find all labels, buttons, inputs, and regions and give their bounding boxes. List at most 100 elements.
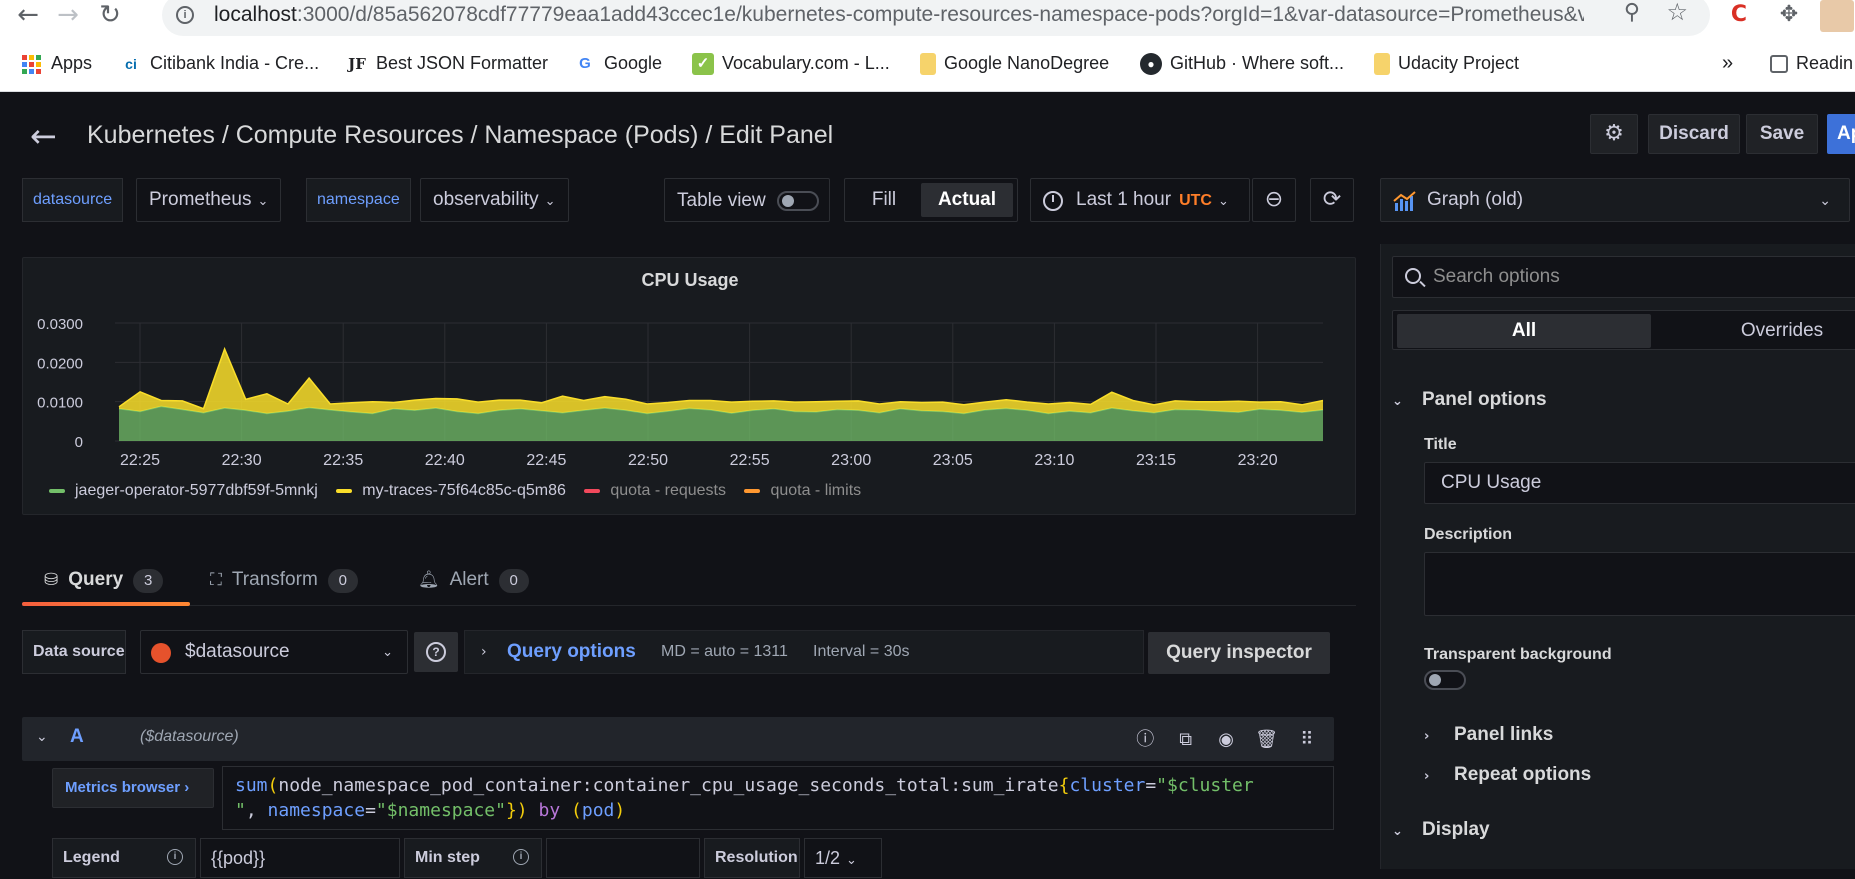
transform-count-badge: 0 [327, 569, 358, 593]
forward-arrow-icon[interactable]: → [48, 0, 88, 30]
settings-gear-icon[interactable]: ⚙ [1590, 114, 1638, 154]
panel-links-section[interactable]: › Panel links [1424, 724, 1553, 746]
y-tick-label: 0.0200 [37, 355, 83, 372]
apply-button[interactable]: Ap [1827, 114, 1855, 154]
fill-option[interactable]: Fill [849, 183, 919, 217]
tab-query[interactable]: ⛁ Query 3 [44, 560, 164, 606]
min-step-input[interactable] [546, 838, 700, 878]
bookmark-nanodegree[interactable]: Google NanoDegree [920, 50, 1109, 76]
title-input[interactable]: CPU Usage [1424, 462, 1855, 504]
duplicate-icon[interactable]: ⧉ [1173, 729, 1199, 750]
help-icon[interactable]: i [167, 849, 183, 865]
profile-avatar[interactable] [1820, 0, 1854, 32]
table-view-toggle-group: Table view [664, 178, 830, 222]
legend-item-my-traces[interactable]: my-traces-75f64c85c-q5m86 [336, 482, 566, 500]
bookmark-github[interactable]: ● GitHub · Where soft... [1140, 50, 1344, 76]
help-icon[interactable]: i [513, 849, 529, 865]
metrics-browser-button[interactable]: Metrics browser › [52, 768, 214, 808]
data-source-picker[interactable]: $datasource ⌄ [140, 630, 408, 674]
query-row-header[interactable]: ⌄ A ($datasource) ⓘ ⧉ ◉ 🗑︎ ⠿ [22, 717, 1334, 761]
chevron-down-icon: ⌄ [1392, 394, 1403, 409]
query-ref-id[interactable]: A [70, 726, 84, 748]
address-bar[interactable]: i localhost:3000/d/85a562078cdf77779eaa1… [162, 0, 1710, 36]
bookmark-star-icon[interactable]: ☆ [1666, 0, 1688, 26]
promql-editor[interactable]: sum(node_namespace_pod_container:contain… [222, 766, 1334, 830]
transform-icon: ⛶ [210, 570, 222, 590]
x-tick-label: 22:45 [526, 452, 566, 469]
all-options-tab[interactable]: All [1397, 314, 1651, 348]
panel-options-section[interactable]: ⌄ Panel options [1392, 389, 1547, 411]
bookmark-udacity[interactable]: Udacity Project [1374, 50, 1519, 76]
x-tick-label: 22:55 [730, 452, 770, 469]
save-button[interactable]: Save [1746, 114, 1818, 154]
x-tick-label: 23:20 [1238, 452, 1278, 469]
tab-alert[interactable]: 🔔︎ Alert 0 [418, 560, 529, 606]
chevron-down-icon: ⌄ [1392, 824, 1403, 839]
legend-item-jaeger[interactable]: jaeger-operator-5977dbf59f-5mnkj [49, 482, 318, 500]
trash-icon[interactable]: 🗑︎ [1254, 729, 1280, 750]
time-range-picker[interactable]: Last 1 hour UTC ⌄ [1030, 178, 1250, 222]
extension-c-icon[interactable]: C [1722, 0, 1756, 30]
table-view-toggle[interactable] [777, 191, 819, 211]
alert-count-badge: 0 [498, 569, 529, 593]
reload-icon[interactable]: ↻ [90, 0, 130, 30]
panel-preview: CPU Usage 0 0.0100 0.0200 0.0300 22:25 22:30 2… [22, 257, 1356, 515]
bookmarks-overflow[interactable]: » [1722, 50, 1733, 76]
query-inspector-button[interactable]: Query inspector [1148, 632, 1330, 674]
x-tick-label: 22:40 [425, 452, 465, 469]
bookmark-apps[interactable]: Apps [22, 50, 92, 76]
discard-button[interactable]: Discard [1648, 114, 1740, 154]
chevron-down-icon: ⌄ [382, 644, 393, 659]
legend-input[interactable]: {{pod}} [200, 838, 400, 878]
back-arrow-icon[interactable]: ← [30, 120, 57, 152]
eye-icon[interactable]: ◉ [1213, 729, 1239, 750]
display-section[interactable]: ⌄ Display [1392, 819, 1490, 841]
info-icon[interactable]: i [176, 6, 194, 24]
repeat-options-section[interactable]: › Repeat options [1424, 764, 1591, 786]
extensions-puzzle-icon[interactable]: ✥ [1772, 0, 1806, 30]
tab-transform[interactable]: ⛶ Transform 0 [210, 560, 358, 606]
query-options[interactable]: › Query options MD = auto = 1311 Interva… [464, 630, 1144, 674]
actual-option[interactable]: Actual [921, 183, 1013, 217]
overrides-tab[interactable]: Overrides [1655, 314, 1855, 348]
y-tick-label: 0 [75, 434, 83, 451]
chevron-right-icon: › [1424, 769, 1430, 784]
back-arrow-icon[interactable]: ← [8, 0, 48, 30]
datasource-var-select[interactable]: Prometheus ⌄ [136, 178, 282, 222]
description-input[interactable] [1424, 552, 1855, 616]
visualization-picker[interactable]: Graph (old) ⌄ [1380, 178, 1850, 222]
min-step-label: Min step i [404, 838, 542, 878]
bookmark-vocabulary[interactable]: ✓ Vocabulary.com - L... [692, 50, 890, 76]
zoom-out-icon[interactable]: ⊖ [1252, 178, 1296, 222]
x-tick-label: 22:25 [120, 452, 160, 469]
apps-grid-icon [22, 54, 41, 74]
search-options-input[interactable]: Search options [1392, 256, 1855, 298]
refresh-icon[interactable]: ⟳ [1310, 178, 1354, 222]
max-data-points: MD = auto = 1311 [661, 643, 788, 660]
chevron-down-icon[interactable]: ⌄ [36, 729, 48, 745]
interval-value: Interval = 30s [813, 643, 910, 660]
chevron-right-icon: › [1424, 729, 1430, 744]
namespace-var-select[interactable]: observability ⌄ [420, 178, 569, 222]
zoom-icon[interactable]: ⚲ [1624, 0, 1640, 25]
url-text: localhost:3000/d/85a562078cdf77779eaa1ad… [214, 3, 1584, 26]
jf-icon: JF [348, 55, 366, 74]
bookmark-citibank[interactable]: ci Citibank India - Cre... [120, 50, 319, 76]
options-filter-switch: All Overrides [1392, 310, 1855, 350]
data-source-help-button[interactable]: ? [414, 632, 458, 672]
chevron-down-icon: ⌄ [257, 193, 269, 208]
drag-handle-icon[interactable]: ⠿ [1294, 729, 1320, 750]
legend-item-quota-limits[interactable]: quota - limits [744, 482, 861, 500]
help-icon[interactable]: ⓘ [1132, 725, 1158, 751]
bookmark-google[interactable]: G Google [574, 50, 662, 76]
chevron-down-icon: ⌄ [1819, 192, 1831, 208]
resolution-select[interactable]: 1/2 ⌄ [804, 838, 882, 878]
x-tick-label: 22:30 [222, 452, 262, 469]
reading-list[interactable]: Readin [1770, 50, 1853, 76]
x-tick-label: 23:15 [1136, 452, 1176, 469]
transparent-background-toggle[interactable] [1424, 670, 1466, 690]
chevron-right-icon: › [184, 779, 190, 796]
data-source-value: $datasource [185, 641, 290, 662]
bookmark-json-formatter[interactable]: JF Best JSON Formatter [346, 50, 548, 76]
legend-item-quota-requests[interactable]: quota - requests [584, 482, 726, 500]
